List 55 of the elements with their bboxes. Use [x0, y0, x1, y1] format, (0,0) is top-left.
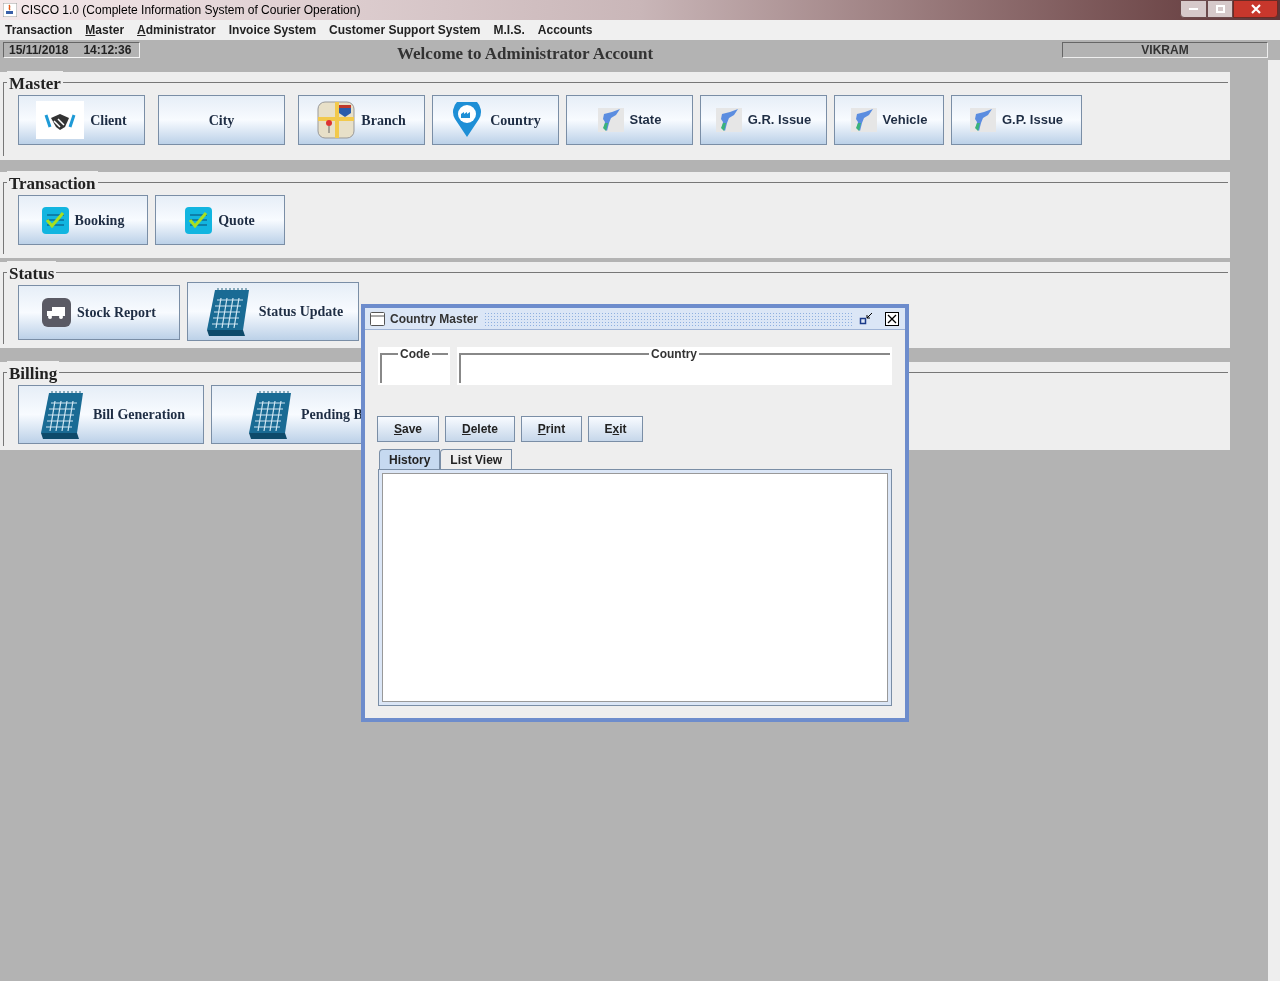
restore-button[interactable] — [1207, 0, 1233, 18]
menu-item[interactable]: Customer Support System — [325, 21, 485, 39]
map-icon — [597, 108, 624, 132]
tab[interactable]: History — [379, 449, 441, 469]
module-button[interactable]: Bill Generation — [18, 385, 204, 444]
map-icon — [969, 108, 996, 132]
menu-item[interactable]: M.I.S. — [489, 21, 529, 39]
module-button[interactable]: Client — [18, 95, 145, 145]
java-cup-icon — [3, 3, 17, 17]
module-button[interactable]: G.R. Issue — [700, 95, 827, 145]
module-button[interactable]: Status Update — [187, 282, 359, 341]
handshake-icon — [36, 101, 85, 139]
close-icon — [1250, 4, 1261, 14]
restore-icon — [1215, 5, 1225, 13]
module-button[interactable]: Country — [432, 95, 559, 145]
minimize-button[interactable] — [1180, 0, 1207, 18]
action-button[interactable]: Exit — [588, 416, 643, 442]
close-icon[interactable] — [885, 311, 899, 326]
checklist-icon — [41, 206, 69, 234]
menu-item[interactable]: Accounts — [533, 21, 597, 39]
road-map-icon — [317, 101, 356, 139]
menu-item[interactable]: Invoice System — [224, 21, 321, 39]
minimize-icon — [1189, 8, 1198, 10]
action-button[interactable]: Print — [521, 416, 582, 442]
action-button[interactable]: Delete — [445, 416, 515, 442]
field-label: Code — [399, 347, 431, 361]
input-field[interactable]: Code — [378, 347, 450, 385]
truck-icon — [42, 298, 72, 327]
user-name-box: VIKRAM — [1062, 42, 1268, 58]
minimize-icon[interactable] — [859, 311, 873, 326]
module-button[interactable]: Stock Report — [18, 285, 180, 340]
module-button[interactable]: Vehicle — [834, 95, 944, 145]
module-button[interactable]: Branch — [298, 95, 425, 145]
input-field[interactable]: Country — [457, 347, 892, 385]
window-icon — [370, 311, 385, 326]
menu-item[interactable]: Administrator — [133, 21, 220, 39]
time-text: 14:12:36 — [83, 42, 132, 59]
window-title: CISCO 1.0 (Complete Information System of Courier Operation) — [21, 2, 361, 19]
module-button[interactable]: G.P. Issue — [951, 95, 1082, 145]
map-icon — [850, 108, 877, 132]
module-button[interactable]: Quote — [155, 195, 285, 245]
tab[interactable]: List View — [440, 449, 513, 469]
close-button[interactable] — [1233, 0, 1278, 18]
date-text: 15/11/2018 — [9, 42, 69, 59]
module-button[interactable]: City — [158, 95, 285, 145]
menu-item[interactable]: Transaction — [1, 21, 77, 39]
dialog-title: Country Master — [390, 310, 478, 328]
map-icon — [715, 108, 742, 132]
welcome-heading: Welcome to Administrator Account — [397, 43, 654, 65]
action-button[interactable]: Save — [377, 416, 439, 442]
module-button[interactable]: State — [566, 95, 693, 145]
checklist-icon — [185, 206, 213, 234]
module-button[interactable]: Booking — [18, 195, 148, 245]
field-label: Country — [650, 347, 698, 361]
menu-item[interactable]: Master — [81, 21, 129, 39]
